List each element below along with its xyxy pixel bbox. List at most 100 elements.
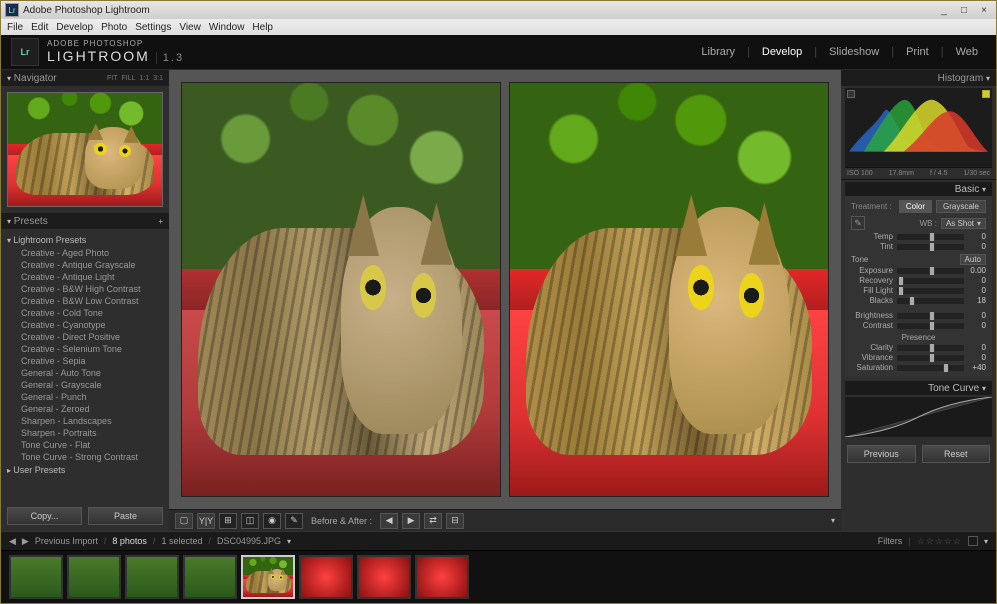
menu-edit[interactable]: Edit xyxy=(31,22,48,33)
filmstrip-thumb[interactable] xyxy=(183,555,237,599)
filter-menu-icon[interactable]: ▾ xyxy=(984,537,988,546)
after-photo[interactable] xyxy=(509,82,829,497)
survey-view-button[interactable]: ⊞ xyxy=(219,513,237,529)
ba-next-button[interactable]: ▶ xyxy=(402,513,420,529)
before-photo[interactable] xyxy=(181,82,501,497)
tone-curve-header[interactable]: Tone Curve ▾ xyxy=(845,381,992,395)
filmstrip-thumb[interactable] xyxy=(125,555,179,599)
navigator-preview[interactable] xyxy=(7,92,163,207)
preset-item[interactable]: Creative - Direct Positive xyxy=(7,331,163,343)
treatment-color-button[interactable]: Color xyxy=(899,200,932,213)
menu-view[interactable]: View xyxy=(179,22,201,33)
menu-window[interactable]: Window xyxy=(209,22,245,33)
module-print[interactable]: Print xyxy=(898,44,937,60)
close-button[interactable]: × xyxy=(976,5,992,16)
exposure-slider[interactable] xyxy=(897,268,964,274)
preset-item[interactable]: Sharpen - Portraits xyxy=(7,427,163,439)
paste-button[interactable]: Paste xyxy=(88,507,163,525)
preset-item[interactable]: General - Auto Tone xyxy=(7,367,163,379)
basic-header[interactable]: Basic ▾ xyxy=(845,182,992,196)
rating-filter[interactable]: ☆☆☆☆☆ xyxy=(917,536,962,547)
menu-photo[interactable]: Photo xyxy=(101,22,127,33)
navigator-header[interactable]: ▾ Navigator FIT FILL 1:1 3:1 xyxy=(1,70,169,86)
module-web[interactable]: Web xyxy=(948,44,986,60)
ba-copy-button[interactable]: ⊟ xyxy=(446,513,464,529)
brightness-slider[interactable] xyxy=(897,313,964,319)
maximize-button[interactable]: □ xyxy=(956,5,972,16)
presets-header[interactable]: ▾ Presets+ xyxy=(1,213,169,229)
menu-develop[interactable]: Develop xyxy=(56,22,93,33)
nav-fit[interactable]: FIT xyxy=(107,75,118,82)
minimize-button[interactable]: _ xyxy=(936,5,952,16)
contrast-slider[interactable] xyxy=(897,323,964,329)
treatment-grayscale-button[interactable]: Grayscale xyxy=(936,200,986,213)
nav-ratio[interactable]: 3:1 xyxy=(153,75,163,82)
filmstrip-thumb[interactable] xyxy=(67,555,121,599)
preset-item[interactable]: General - Grayscale xyxy=(7,379,163,391)
fs-prev-icon[interactable]: ◀ xyxy=(9,536,16,547)
loupe-view-button[interactable]: ▢ xyxy=(175,513,193,529)
blacks-slider[interactable] xyxy=(897,298,964,304)
preset-item[interactable]: Creative - Aged Photo xyxy=(7,247,163,259)
saturation-slider[interactable] xyxy=(897,365,964,371)
preset-group-lightroom[interactable]: Lightroom Presets xyxy=(7,235,163,245)
menu-settings[interactable]: Settings xyxy=(135,22,171,33)
preset-item[interactable]: Creative - Cyanotype xyxy=(7,319,163,331)
filmstrip-thumb[interactable] xyxy=(241,555,295,599)
histogram-graph[interactable] xyxy=(845,88,992,168)
filter-flag-icon[interactable] xyxy=(968,536,978,546)
filmstrip-thumb[interactable] xyxy=(415,555,469,599)
tone-curve-graph[interactable] xyxy=(845,397,992,437)
brush-tool-button[interactable]: ✎ xyxy=(285,513,303,529)
ba-swap-button[interactable]: ⇄ xyxy=(424,513,442,529)
filmstrip-thumb[interactable] xyxy=(9,555,63,599)
preset-item[interactable]: Creative - B&W High Contrast xyxy=(7,283,163,295)
menu-file[interactable]: File xyxy=(7,22,23,33)
preset-item[interactable]: Creative - Antique Light xyxy=(7,271,163,283)
fs-count: 8 photos xyxy=(112,536,147,546)
temp-slider[interactable] xyxy=(897,234,964,240)
recovery-slider[interactable] xyxy=(897,278,964,284)
copy-button[interactable]: Copy... xyxy=(7,507,82,525)
module-slideshow[interactable]: Slideshow xyxy=(821,44,887,60)
menu-help[interactable]: Help xyxy=(252,22,273,33)
preset-item[interactable]: Sharpen - Landscapes xyxy=(7,415,163,427)
wb-dropdown[interactable]: As Shot▾ xyxy=(941,218,986,229)
module-library[interactable]: Library xyxy=(693,44,743,60)
preset-item[interactable]: Tone Curve - Flat xyxy=(7,439,163,451)
redeye-tool-button[interactable]: ◉ xyxy=(263,513,281,529)
tint-slider[interactable] xyxy=(897,244,964,250)
histogram-header[interactable]: Histogram ▾ xyxy=(841,70,996,86)
module-develop[interactable]: Develop xyxy=(754,44,810,60)
filmstrip-thumb[interactable] xyxy=(357,555,411,599)
fs-collection[interactable]: Previous Import xyxy=(35,536,98,546)
fill-light-slider[interactable] xyxy=(897,288,964,294)
nav-fill[interactable]: FILL xyxy=(122,75,136,82)
ba-prev-button[interactable]: ◀ xyxy=(380,513,398,529)
previous-button[interactable]: Previous xyxy=(847,445,916,463)
right-panel: Histogram ▾ ISO 10017.8mmf / 4.51/30 sec… xyxy=(841,70,996,531)
filmstrip-thumb[interactable] xyxy=(299,555,353,599)
wb-eyedropper-icon[interactable]: ✎ xyxy=(851,216,865,230)
clarity-slider[interactable] xyxy=(897,345,964,351)
preset-group-user[interactable]: User Presets xyxy=(7,465,163,475)
vibrance-slider[interactable] xyxy=(897,355,964,361)
preset-item[interactable]: Tone Curve - Strong Contrast xyxy=(7,451,163,463)
reset-button[interactable]: Reset xyxy=(922,445,991,463)
auto-tone-button[interactable]: Auto xyxy=(960,254,986,265)
preset-item[interactable]: Creative - Cold Tone xyxy=(7,307,163,319)
toolbar-menu-icon[interactable]: ▾ xyxy=(831,516,835,525)
fs-next-icon[interactable]: ▶ xyxy=(22,536,29,547)
preset-item[interactable]: Creative - B&W Low Contrast xyxy=(7,295,163,307)
preset-item[interactable]: General - Zeroed xyxy=(7,403,163,415)
preset-item[interactable]: General - Punch xyxy=(7,391,163,403)
preset-item[interactable]: Creative - Sepia xyxy=(7,355,163,367)
nav-1to1[interactable]: 1:1 xyxy=(140,75,150,82)
add-preset-icon[interactable]: + xyxy=(158,217,163,226)
preset-item[interactable]: Creative - Selenium Tone xyxy=(7,343,163,355)
fs-dropdown-icon[interactable]: ▾ xyxy=(287,537,291,546)
preset-item[interactable]: Creative - Antique Grayscale xyxy=(7,259,163,271)
crop-tool-button[interactable]: ◫ xyxy=(241,513,259,529)
compare-view-button[interactable]: Y|Y xyxy=(197,513,215,529)
filmstrip xyxy=(1,551,996,603)
